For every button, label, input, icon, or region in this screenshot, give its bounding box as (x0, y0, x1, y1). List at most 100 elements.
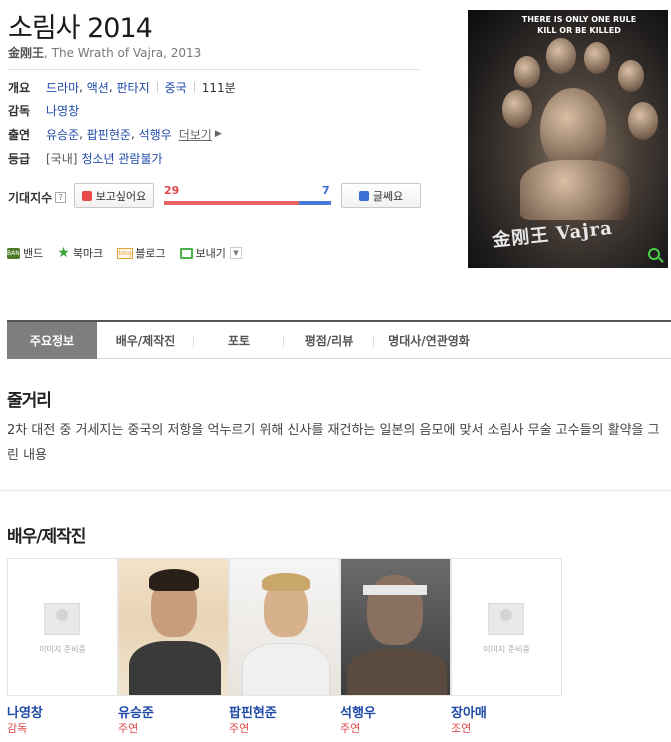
cast-link-3[interactable]: 석행우 (139, 126, 172, 143)
rating-region: [국내] (46, 151, 78, 166)
cast-photo[interactable]: 이미지 준비중 (7, 558, 118, 696)
cast-photo[interactable] (229, 558, 340, 696)
poster-tagline: THERE IS ONLY ONE RULE KILL OR BE KILLED (521, 15, 637, 35)
cast-name[interactable]: 팝핀현준 (229, 702, 340, 721)
cast-photo[interactable]: 이미지 준비중 (451, 558, 562, 696)
cast-role: 감독 (7, 722, 28, 735)
star-icon: ★ (57, 245, 70, 261)
want-count: 29 (164, 184, 180, 197)
image-placeholder-icon (488, 603, 524, 635)
cast-photo[interactable] (340, 558, 451, 696)
movie-poster[interactable]: THERE IS ONLY ONE RULE KILL OR BE KILLED … (468, 10, 668, 268)
cast-section-title: 배우/제작진 (7, 527, 86, 547)
tab-photos[interactable]: 포토 (194, 322, 284, 359)
country-link[interactable]: 중국 (165, 79, 187, 96)
movie-subtitle: 金刚王, The Wrath of Vajra, 2013 (8, 44, 201, 61)
cast-name[interactable]: 석행우 (340, 702, 451, 721)
genre-link-fantasy[interactable]: 판타지 (117, 79, 150, 96)
director-link[interactable]: 나영창 (46, 102, 79, 119)
cast-role: 주연 (340, 722, 361, 735)
blog-icon: blog (117, 247, 134, 259)
cast-photo[interactable] (118, 558, 229, 696)
info-director-label: 감독 (8, 103, 31, 118)
chevron-down-icon[interactable]: ▼ (229, 247, 242, 259)
band-icon: BAND (7, 247, 25, 259)
image-placeholder-text: 이미지 준비중 (483, 645, 530, 654)
expectation-gauge (164, 201, 331, 205)
meh-count: 7 (322, 184, 330, 197)
separator (193, 81, 195, 93)
movie-title: 소림사 2014 (8, 13, 153, 44)
share-bar: BAND 밴드 ★ 북마크 blog 블로그 보내기 ▼ (7, 245, 242, 261)
expectation-label: 기대지수? (8, 189, 67, 206)
cast-card[interactable]: 유승준 주연 (118, 558, 229, 736)
tab-quotes-related[interactable]: 명대사/연관영화 (374, 322, 484, 359)
magnify-icon[interactable] (648, 248, 660, 260)
info-director-row: 감독 나영창 (8, 101, 79, 119)
share-band-button[interactable]: BAND 밴드 (7, 245, 43, 261)
cast-link-2[interactable]: 팝핀현준 (87, 126, 131, 143)
cast-name[interactable]: 장아매 (451, 702, 562, 721)
actor-photo-body (347, 649, 447, 695)
rating-link[interactable]: 청소년 관람불가 (81, 150, 162, 167)
genre-link-drama[interactable]: 드라마 (46, 79, 79, 96)
send-icon (179, 247, 193, 259)
synopsis-title: 줄거리 (7, 391, 52, 411)
tab-reviews[interactable]: 평점/리뷰 (284, 322, 374, 359)
info-cast-label: 출연 (8, 127, 31, 142)
poster-figure (618, 60, 644, 92)
info-cast-row: 출연 유승준, 팝핀현준, 석행우 더보기 ▶ (8, 126, 222, 143)
expectation-gauge-fill (164, 201, 299, 205)
info-rating-label: 등급 (8, 151, 31, 166)
cast-link-1[interactable]: 유승준 (46, 126, 79, 143)
poster-figure (628, 102, 658, 140)
chevron-right-icon: ▶ (214, 129, 222, 139)
tab-bar: 주요정보 배우/제작진 포토 평점/리뷰 명대사/연관영화 (7, 320, 671, 359)
synopsis-text: 2차 대전 중 거세지는 중국의 저항을 억누르기 위해 신사를 재건하는 일본… (7, 423, 660, 463)
cast-role: 주연 (229, 722, 250, 735)
cast-card[interactable]: 이미지 준비중 장아매 조연 (451, 558, 562, 736)
poster-figure (546, 38, 576, 74)
subtitle-alt-title-year: , The Wrath of Vajra, 2013 (44, 46, 202, 60)
thumbs-down-icon (358, 190, 369, 201)
not-sure-label: 글쎄요 (372, 189, 404, 203)
help-icon[interactable]: ? (55, 192, 67, 203)
actor-photo-body (129, 641, 221, 695)
actor-photo-headband (363, 585, 427, 595)
info-rating-row: 등급 [국내] 청소년 관람불가 (8, 149, 163, 167)
genre-link-action[interactable]: 액션 (87, 79, 109, 96)
cast-role: 조연 (451, 722, 472, 735)
subtitle-original-title: 金刚王 (8, 46, 45, 60)
runtime: 111분 (201, 80, 236, 95)
image-placeholder-text: 이미지 준비중 (39, 645, 86, 654)
send-button[interactable]: 보내기 ▼ (179, 245, 242, 261)
info-overview-label: 개요 (8, 80, 31, 95)
title-divider (8, 69, 420, 70)
image-placeholder-icon (44, 603, 80, 635)
tab-main-info[interactable]: 주요정보 (7, 322, 97, 359)
cast-role: 주연 (118, 722, 139, 735)
cast-name[interactable]: 유승준 (118, 702, 229, 721)
cast-grid: 이미지 준비중 나영창 감독 유승준 주연 팝핀현준 주연 석행우 주연 이미지… (7, 558, 562, 736)
poster-figure (502, 90, 532, 128)
bookmark-button[interactable]: ★ 북마크 (57, 245, 103, 261)
more-cast-link[interactable]: 더보기 (179, 126, 212, 143)
actor-photo-hair (149, 569, 199, 591)
actor-photo-hair (262, 573, 310, 591)
poster-figure (514, 56, 540, 88)
cast-card[interactable]: 석행우 주연 (340, 558, 451, 736)
not-sure-button[interactable]: 글쎄요 (341, 183, 421, 208)
share-blog-button[interactable]: blog 블로그 (117, 245, 166, 261)
poster-figure (584, 42, 610, 74)
tab-cast-crew[interactable]: 배우/제작진 (97, 322, 194, 359)
want-to-see-label: 보고싶어요 (95, 189, 147, 203)
want-to-see-button[interactable]: 보고싶어요 (74, 183, 154, 208)
cast-card[interactable]: 이미지 준비중 나영창 감독 (7, 558, 118, 736)
info-overview-row: 개요 드라마, 액션, 판타지 중국 111분 (8, 79, 236, 96)
cast-name[interactable]: 나영창 (7, 702, 118, 721)
section-divider (0, 490, 671, 491)
cast-card[interactable]: 팝핀현준 주연 (229, 558, 340, 736)
actor-photo-body (242, 643, 330, 695)
thumbs-up-icon (81, 190, 92, 201)
separator (156, 81, 158, 93)
